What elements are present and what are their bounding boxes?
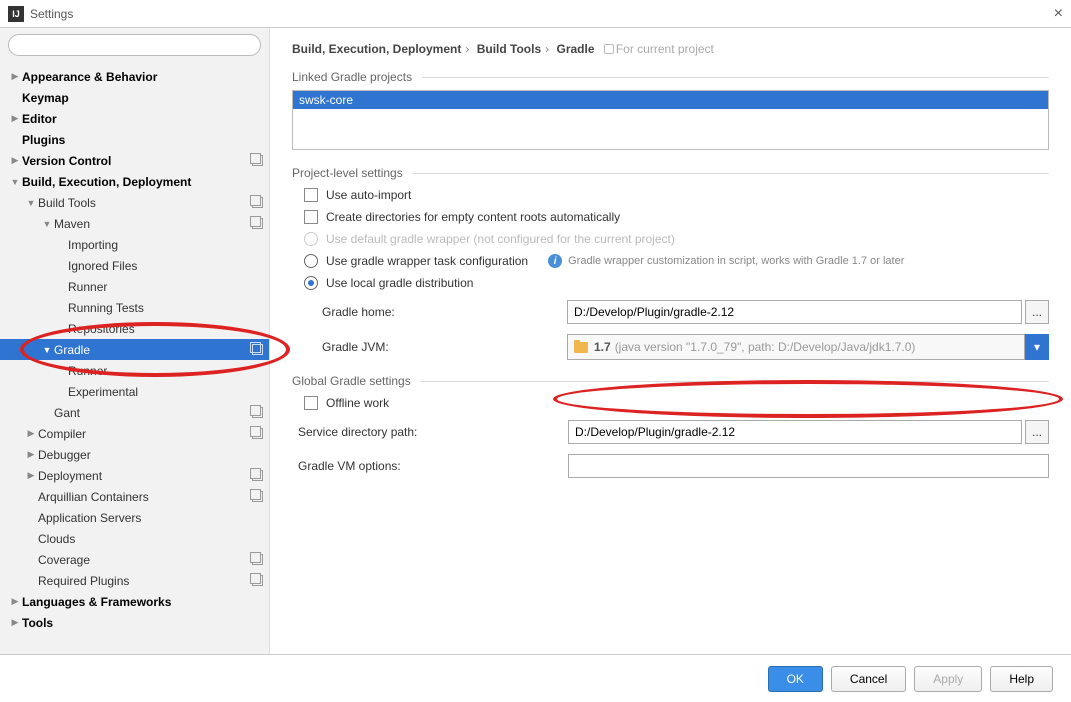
hint-icon [604,44,614,54]
tree-clouds[interactable]: Clouds [0,528,269,549]
ok-button[interactable]: OK [768,666,823,692]
gradle-home-label: Gradle home: [322,305,567,319]
help-button[interactable]: Help [990,666,1053,692]
tree-coverage[interactable]: Coverage [0,549,269,570]
service-dir-input[interactable] [568,420,1022,444]
tree-app-servers[interactable]: Application Servers [0,507,269,528]
tree-required-plugins[interactable]: Required Plugins [0,570,269,591]
tree-arquillian[interactable]: Arquillian Containers [0,486,269,507]
checkbox-offline[interactable]: Offline work [304,396,1049,410]
gradle-jvm-combo[interactable]: 1.7(java version "1.7.0_79", path: D:/De… [567,334,1025,360]
gradle-jvm-label: Gradle JVM: [322,340,567,354]
copy-icon [252,554,263,565]
tree-runner-maven[interactable]: Runner [0,276,269,297]
dialog-footer: OK Cancel Apply Help [0,654,1071,702]
radio-icon[interactable] [304,276,318,290]
window-title: Settings [30,7,73,21]
list-item[interactable]: swsk-core [293,91,1048,109]
tree-ignored-files[interactable]: Ignored Files [0,255,269,276]
copy-icon [252,197,263,208]
checkbox-auto-import[interactable]: Use auto-import [304,188,1049,202]
checkbox-icon[interactable] [304,210,318,224]
tree-runner-gradle[interactable]: Runner [0,360,269,381]
tree-running-tests[interactable]: Running Tests [0,297,269,318]
app-icon: IJ [8,6,24,22]
service-dir-label: Service directory path: [298,425,568,439]
breadcrumb: Build, Execution, Deployment› Build Tool… [292,42,1049,56]
vm-options-input[interactable] [568,454,1049,478]
radio-local-dist[interactable]: Use local gradle distribution [304,276,1049,290]
vm-options-label: Gradle VM options: [298,459,568,473]
tree-debugger[interactable]: ▶Debugger [0,444,269,465]
tree-bed[interactable]: ▼Build, Execution, Deployment [0,171,269,192]
section-linked: Linked Gradle projects [292,70,1049,84]
copy-icon [252,491,263,502]
radio-icon[interactable] [304,254,318,268]
folder-icon [574,342,588,353]
tree-appearance[interactable]: ▶Appearance & Behavior [0,66,269,87]
radio-wrapper-task[interactable]: Use gradle wrapper task configuration iG… [304,254,1049,268]
titlebar: IJ Settings × [0,0,1071,28]
copy-icon [252,407,263,418]
search-wrap [0,28,269,62]
checkbox-icon[interactable] [304,188,318,202]
main-panel: Build, Execution, Deployment› Build Tool… [270,28,1071,654]
tree-editor[interactable]: ▶Editor [0,108,269,129]
tree-repositories[interactable]: Repositories [0,318,269,339]
copy-icon [252,155,263,166]
linked-projects-list[interactable]: swsk-core [292,90,1049,150]
search-input[interactable] [8,34,261,56]
copy-icon [252,428,263,439]
tree-gant[interactable]: Gant [0,402,269,423]
tree-plugins[interactable]: Plugins [0,129,269,150]
tree-importing[interactable]: Importing [0,234,269,255]
section-global: Global Gradle settings [292,374,1049,388]
gradle-jvm-row: Gradle JVM: 1.7(java version "1.7.0_79",… [322,334,1049,360]
tree-build-tools[interactable]: ▼Build Tools [0,192,269,213]
radio-default-wrapper: Use default gradle wrapper (not configur… [304,232,1049,246]
apply-button: Apply [914,666,982,692]
tree-vcs[interactable]: ▶Version Control [0,150,269,171]
tree-langs[interactable]: ▶Languages & Frameworks [0,591,269,612]
cancel-button[interactable]: Cancel [831,666,906,692]
vm-options-row: Gradle VM options: [298,454,1049,478]
checkbox-icon[interactable] [304,396,318,410]
sidebar: ▶Appearance & Behavior Keymap ▶Editor Pl… [0,28,270,654]
chevron-down-icon[interactable]: ▾ [1025,334,1049,360]
tree-compiler[interactable]: ▶Compiler [0,423,269,444]
tree-keymap[interactable]: Keymap [0,87,269,108]
browse-button[interactable]: ... [1025,420,1049,444]
gradle-home-row: Gradle home: ... [322,300,1049,324]
tree-tools[interactable]: ▶Tools [0,612,269,633]
copy-icon [252,218,263,229]
info-icon: i [548,254,562,268]
close-icon[interactable]: × [1054,5,1063,23]
settings-tree: ▶Appearance & Behavior Keymap ▶Editor Pl… [0,62,269,654]
checkbox-create-dirs[interactable]: Create directories for empty content roo… [304,210,1049,224]
tree-experimental[interactable]: Experimental [0,381,269,402]
tree-gradle[interactable]: ▼Gradle [0,339,269,360]
copy-icon [252,470,263,481]
radio-icon [304,232,318,246]
copy-icon [252,344,263,355]
service-dir-row: Service directory path: ... [298,420,1049,444]
tree-maven[interactable]: ▼Maven [0,213,269,234]
gradle-home-input[interactable] [567,300,1022,324]
browse-button[interactable]: ... [1025,300,1049,324]
tree-deployment[interactable]: ▶Deployment [0,465,269,486]
section-project: Project-level settings [292,166,1049,180]
copy-icon [252,575,263,586]
